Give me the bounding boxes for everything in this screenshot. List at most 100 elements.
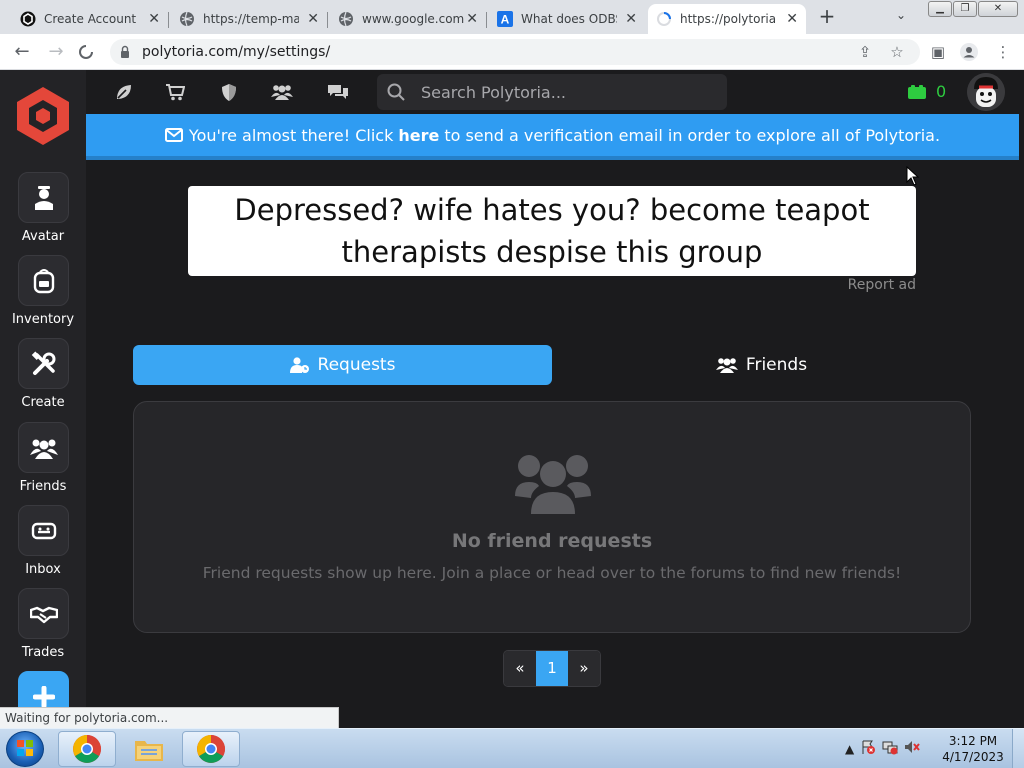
user-avatar[interactable] xyxy=(967,73,1005,111)
tab-requests-label: Requests xyxy=(317,355,396,375)
minimize-window-button[interactable]: ▁ xyxy=(928,1,952,17)
tab-title: What does ODBS xyxy=(521,12,617,26)
sidebar-item-create[interactable]: Create xyxy=(0,338,86,418)
windows-taskbar: ▲ 3:12 PM 4/17/2023 xyxy=(0,728,1024,768)
browser-tabstrip: Create Account ✕ https://temp-mail ✕ www… xyxy=(0,0,1024,34)
sidebar-item-inventory[interactable]: Inventory xyxy=(0,255,86,335)
browser-tab-ask[interactable]: A What does ODBS ✕ xyxy=(489,4,645,34)
report-ad-link[interactable]: Report ad xyxy=(815,277,916,293)
banner-text-pre: You're almost there! Click xyxy=(188,125,394,145)
polytoria-page: Avatar Inventory Create Friends Inbox Tr… xyxy=(0,70,1024,728)
top-navigation: 0 xyxy=(86,70,1024,114)
avatar-icon xyxy=(18,172,69,223)
forum-chat-icon[interactable] xyxy=(327,82,349,102)
start-button[interactable] xyxy=(6,731,44,767)
polytoria-logo[interactable] xyxy=(14,84,72,148)
advertisement[interactable]: Depressed? wife hates you? become teapot… xyxy=(188,186,916,276)
currency-balance[interactable]: 0 xyxy=(908,82,946,101)
search-input[interactable] xyxy=(421,79,711,105)
stop-loading-icon[interactable] xyxy=(76,42,96,62)
sidebar-item-label: Inbox xyxy=(25,562,61,577)
profile-icon[interactable] xyxy=(960,43,978,61)
browser-tab-create-account[interactable]: Create Account ✕ xyxy=(12,4,169,34)
sidebar: Avatar Inventory Create Friends Inbox Tr… xyxy=(0,70,86,728)
tools-icon xyxy=(18,338,69,389)
tab-title: https://polytoria.c xyxy=(680,12,776,26)
action-center-flag-icon[interactable] xyxy=(860,739,876,758)
sidebar-item-trades[interactable]: Trades xyxy=(0,588,86,668)
clock-time: 3:12 PM xyxy=(948,734,998,748)
address-bar[interactable]: polytoria.com/my/settings/ ⇪ ☆ xyxy=(110,39,920,65)
banner-text-post: to send a verification email in order to… xyxy=(444,125,941,145)
bookmark-star-icon[interactable]: ☆ xyxy=(888,43,906,61)
currency-amount: 0 xyxy=(936,82,947,101)
tab-search-chevron-icon[interactable]: ⌄ xyxy=(896,8,906,22)
new-tab-button[interactable]: + xyxy=(817,6,837,28)
volume-muted-icon[interactable] xyxy=(904,739,921,758)
folder-icon xyxy=(135,741,163,761)
side-panel-icon[interactable]: ▣ xyxy=(929,43,947,61)
browser-status-bubble: Waiting for polytoria.com... xyxy=(0,707,339,729)
sidebar-item-label: Create xyxy=(21,395,65,410)
tab-title: www.google.com xyxy=(362,12,465,26)
sidebar-item-label: Friends xyxy=(19,479,67,494)
globe-icon xyxy=(179,11,195,27)
forward-arrow-icon[interactable]: → xyxy=(46,42,66,62)
mouse-cursor-icon xyxy=(906,166,920,186)
sidebar-item-inbox[interactable]: Inbox xyxy=(0,505,86,585)
friend-requests-card: No friend requests Friend requests show … xyxy=(133,401,971,633)
network-icon[interactable] xyxy=(882,739,898,758)
close-tab-icon[interactable]: ✕ xyxy=(307,11,319,27)
pagination-next-button[interactable]: » xyxy=(568,651,600,686)
tab-friends-label: Friends xyxy=(745,355,808,375)
users-icon[interactable] xyxy=(271,82,293,102)
tab-friends[interactable]: Friends xyxy=(552,345,971,385)
search-icon xyxy=(387,83,405,101)
back-arrow-icon[interactable]: ← xyxy=(12,42,32,62)
kebab-menu-icon[interactable]: ⋮ xyxy=(994,43,1012,61)
inbox-icon xyxy=(18,505,69,556)
restore-window-button[interactable]: ❐ xyxy=(953,1,977,17)
windows-logo-icon xyxy=(17,740,33,756)
ad-line-1: Depressed? wife hates you? become teapot xyxy=(234,193,870,227)
shopping-cart-icon[interactable] xyxy=(164,82,186,102)
backpack-icon xyxy=(18,255,69,306)
close-tab-icon[interactable]: ✕ xyxy=(625,11,637,27)
browser-tab-polytoria-active[interactable]: https://polytoria.c ✕ xyxy=(648,4,806,34)
chrome-icon xyxy=(197,735,225,763)
shield-icon[interactable] xyxy=(218,82,240,102)
users-icon xyxy=(515,455,591,514)
sidebar-item-friends[interactable]: Friends xyxy=(0,422,86,502)
pagination-page-1[interactable]: 1 xyxy=(536,651,568,686)
friends-icon xyxy=(18,422,69,473)
sidebar-item-label: Avatar xyxy=(21,229,65,244)
browser-tab-google[interactable]: www.google.com ✕ xyxy=(330,4,487,34)
loading-spinner-icon xyxy=(656,11,672,27)
tab-title: https://temp-mail xyxy=(203,12,299,26)
user-clock-icon xyxy=(289,357,309,373)
show-desktop-button[interactable] xyxy=(1012,729,1024,768)
svg-text:A: A xyxy=(501,13,510,27)
taskbar-clock[interactable]: 3:12 PM 4/17/2023 xyxy=(938,733,1008,765)
pagination-prev-button[interactable]: « xyxy=(504,651,536,686)
share-icon[interactable]: ⇪ xyxy=(856,43,874,61)
friends-tabs: Requests Friends xyxy=(133,345,971,385)
sidebar-item-avatar[interactable]: Avatar xyxy=(0,172,86,252)
close-tab-icon[interactable]: ✕ xyxy=(786,11,798,27)
handshake-icon xyxy=(18,588,69,639)
verification-link[interactable]: here xyxy=(398,126,439,145)
browser-tab-temp-mail[interactable]: https://temp-mail ✕ xyxy=(171,4,328,34)
close-window-button[interactable]: ✕ xyxy=(978,1,1018,17)
tab-requests[interactable]: Requests xyxy=(133,345,552,385)
close-tab-icon[interactable]: ✕ xyxy=(148,11,160,27)
close-tab-icon[interactable]: ✕ xyxy=(466,11,478,27)
taskbar-explorer-button[interactable] xyxy=(120,731,178,767)
taskbar-chrome-window-button[interactable] xyxy=(182,731,240,767)
envelope-icon xyxy=(164,128,183,142)
show-hidden-icons-icon[interactable]: ▲ xyxy=(845,742,854,756)
search-bar[interactable] xyxy=(377,74,727,110)
pagination: « 1 » xyxy=(503,650,601,687)
discover-leaf-icon[interactable] xyxy=(113,82,135,102)
tab-title: Create Account xyxy=(44,12,137,26)
taskbar-chrome-button[interactable] xyxy=(58,731,116,767)
